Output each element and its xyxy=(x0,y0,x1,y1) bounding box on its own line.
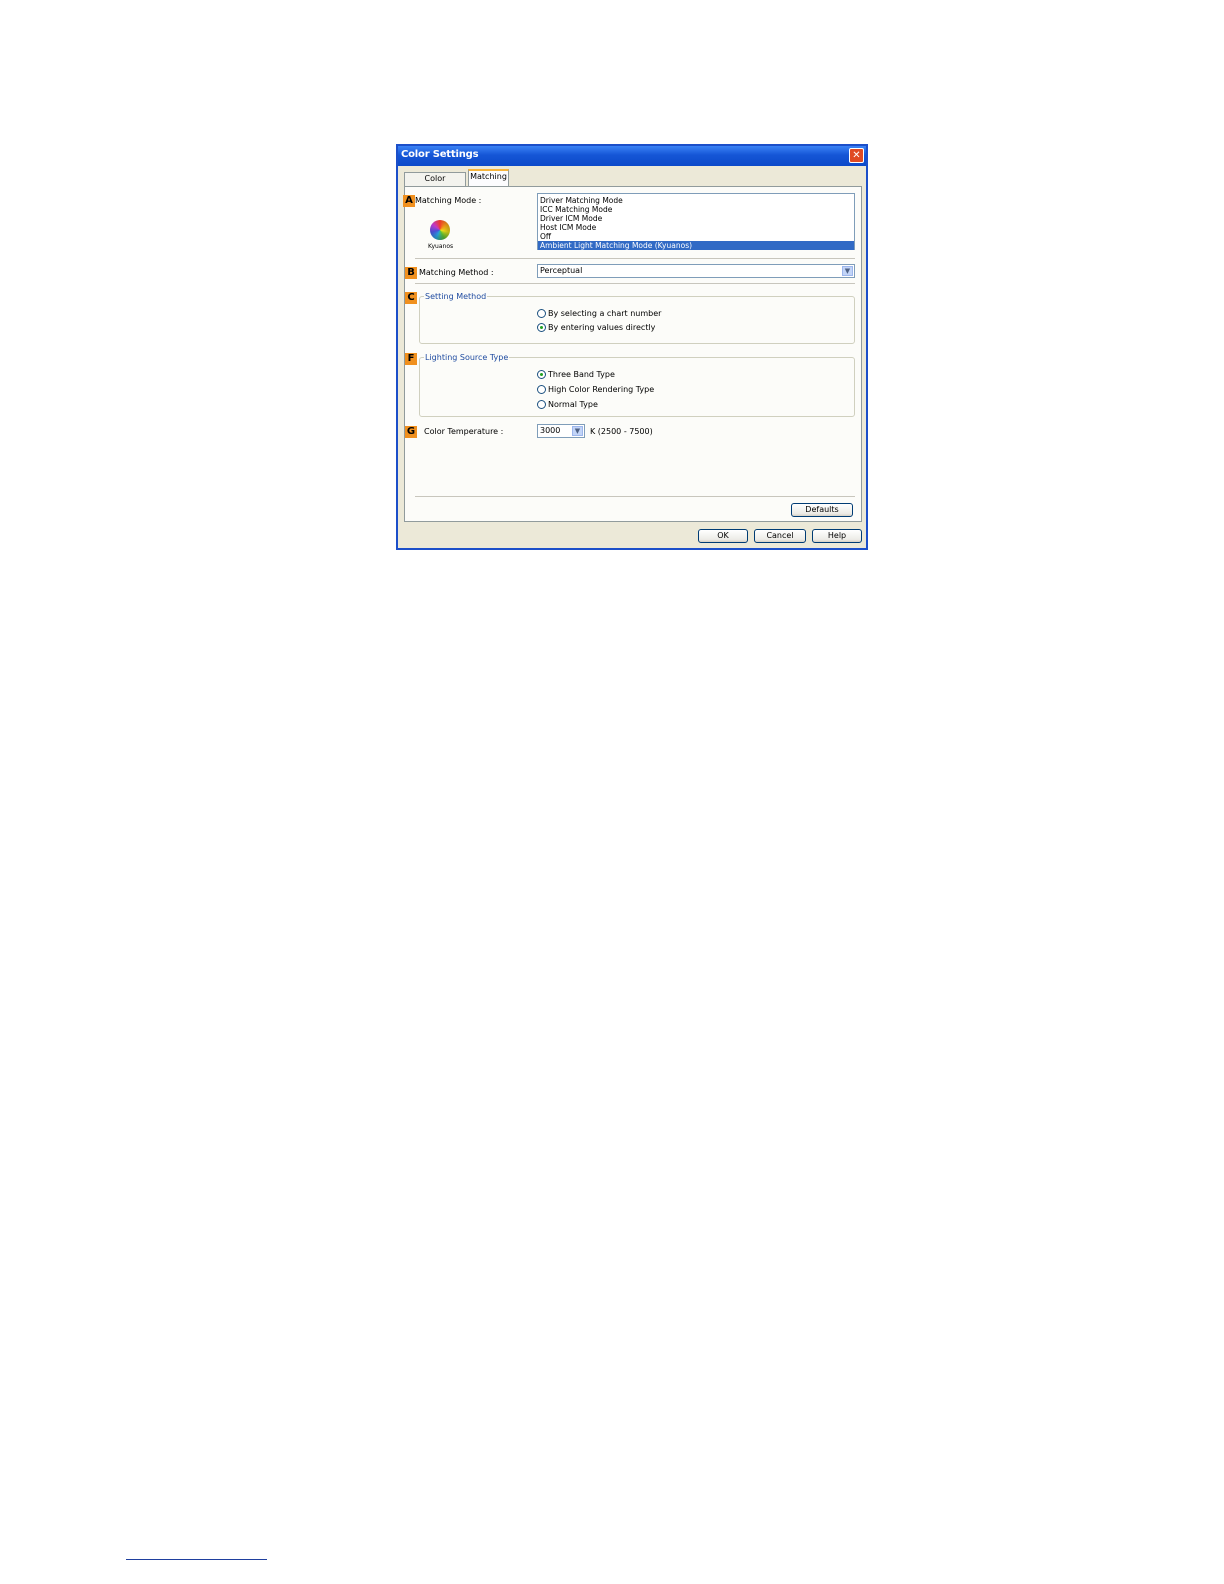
radio-button[interactable] xyxy=(537,385,546,394)
color-temperature-value: 3000 xyxy=(540,426,561,435)
setting-method-label: Setting Method xyxy=(424,292,488,301)
matching-method-dropdown[interactable]: Perceptual ▼ xyxy=(537,264,855,278)
badge-a: A xyxy=(403,195,415,207)
tab-matching[interactable]: Matching xyxy=(468,169,509,186)
radio-button[interactable] xyxy=(537,309,546,318)
divider xyxy=(415,496,855,497)
color-temperature-label: Color Temperature : xyxy=(424,427,504,436)
title-bar[interactable]: Color Settings ✕ xyxy=(398,146,866,166)
list-item[interactable]: Driver Matching Mode xyxy=(538,196,854,205)
divider xyxy=(415,258,855,259)
list-item[interactable]: Host ICM Mode xyxy=(538,223,854,232)
kyuanos-logo-icon xyxy=(430,220,450,240)
divider xyxy=(415,283,855,284)
lighting-source-label: Lighting Source Type xyxy=(424,353,510,362)
tab-color-adjustment[interactable]: Color Adjustment xyxy=(404,172,466,195)
list-item-selected[interactable]: Ambient Light Matching Mode (Kyuanos) xyxy=(538,241,854,250)
cancel-button[interactable]: Cancel xyxy=(754,529,806,543)
setting-method-group xyxy=(419,296,855,344)
badge-f: F xyxy=(405,353,417,365)
list-item[interactable]: Driver ICM Mode xyxy=(538,214,854,223)
chevron-down-icon[interactable]: ▼ xyxy=(842,266,853,276)
dialog-title: Color Settings xyxy=(401,149,479,160)
close-icon[interactable]: ✕ xyxy=(849,148,864,163)
chevron-down-icon[interactable]: ▼ xyxy=(572,426,583,436)
radio-button[interactable] xyxy=(537,400,546,409)
ok-button[interactable]: OK xyxy=(698,529,748,543)
radio-label: High Color Rendering Type xyxy=(548,385,655,394)
defaults-button[interactable]: Defaults xyxy=(791,503,853,517)
matching-method-value: Perceptual xyxy=(540,266,583,275)
color-temperature-range: K (2500 - 7500) xyxy=(590,427,653,436)
radio-label: By entering values directly xyxy=(548,323,656,332)
kyuanos-label: Kyuanos xyxy=(428,243,454,250)
radio-label: Three Band Type xyxy=(548,370,615,379)
list-item[interactable]: Off xyxy=(538,232,854,241)
radio-button-selected[interactable] xyxy=(537,323,546,332)
badge-b: B xyxy=(405,267,417,279)
badge-g: G xyxy=(405,426,417,438)
matching-mode-label: Matching Mode : xyxy=(415,196,482,205)
color-temperature-combo[interactable]: 3000 ▼ xyxy=(537,424,585,438)
help-button[interactable]: Help xyxy=(812,529,862,543)
matching-method-label: Matching Method : xyxy=(419,268,494,277)
radio-label: By selecting a chart number xyxy=(548,309,662,318)
matching-mode-list[interactable]: Driver Matching Mode ICC Matching Mode D… xyxy=(537,193,855,250)
color-settings-dialog: Color Settings ✕ Color Adjustment Matchi… xyxy=(396,144,868,550)
radio-button-selected[interactable] xyxy=(537,370,546,379)
badge-c: C xyxy=(405,292,417,304)
footer-rule xyxy=(126,1559,267,1560)
radio-label: Normal Type xyxy=(548,400,598,409)
matching-panel: A Matching Mode : Kyuanos Driver Matchin… xyxy=(403,186,862,522)
list-item[interactable]: ICC Matching Mode xyxy=(538,205,854,214)
